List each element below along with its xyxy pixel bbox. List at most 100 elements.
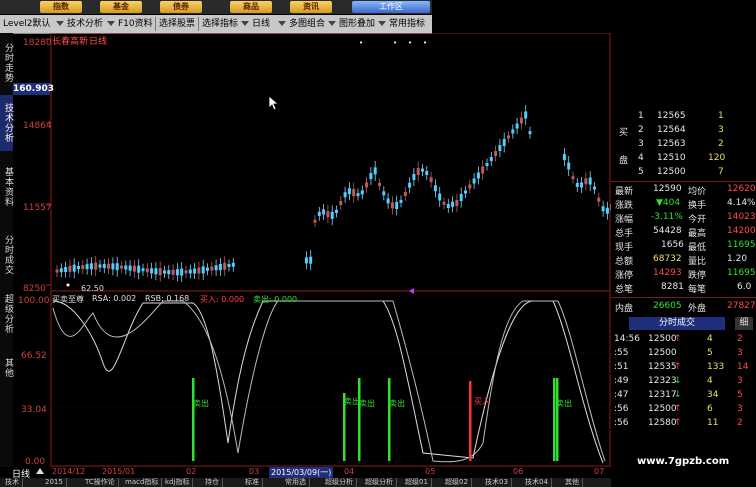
candle-body <box>356 193 360 197</box>
candle-body <box>365 182 369 188</box>
menu-select-stock[interactable]: 选择股票 <box>159 15 195 33</box>
tab-super-analysis[interactable]: 超级分析 <box>0 288 13 340</box>
dropdown-arrow-icon[interactable] <box>378 21 386 26</box>
menu-level2-default[interactable]: Level2默认 <box>3 15 50 33</box>
top-button-bar: 指数 基金 债券 商品 资讯 工作区 <box>0 0 432 14</box>
candle-body <box>227 264 231 268</box>
candle-body <box>145 268 149 273</box>
candle-body <box>98 264 102 268</box>
indicator-tab[interactable]: 超级分析 <box>362 478 397 487</box>
work-area-button[interactable]: 工作区 <box>352 1 430 13</box>
dropdown-arrow-icon[interactable] <box>107 21 115 26</box>
tab-technical[interactable]: 技术分析 <box>0 95 13 151</box>
menu-select-indicator[interactable]: 选择指标 <box>202 15 238 33</box>
signal-sell-5: 卖出 <box>556 399 572 408</box>
dropdown-arrow-icon[interactable] <box>278 21 286 26</box>
quote-key: 涨幅 <box>615 215 634 225</box>
indicator-tab[interactable]: 持仓 <box>202 478 223 487</box>
tab-intraday[interactable]: 分时走势 <box>0 37 13 89</box>
commodity-button[interactable]: 商品 <box>230 1 272 13</box>
indicator-tab[interactable]: TC操作论 <box>82 478 119 487</box>
quote-value: 68732 <box>653 254 682 264</box>
mouse-cursor-icon <box>268 95 280 111</box>
signal-bar <box>388 378 391 461</box>
indicator-tab[interactable]: kdj指标 <box>162 478 194 487</box>
trade-direction-icon: ↑ <box>674 362 682 372</box>
date-label: 04 <box>344 467 355 476</box>
candle-body <box>163 270 166 274</box>
quote-key: 每笔 <box>688 285 707 295</box>
trade-direction-icon: ↑ <box>674 334 682 344</box>
fund-button[interactable]: 基金 <box>100 1 142 13</box>
dropdown-arrow-icon[interactable] <box>56 21 64 26</box>
dropdown-arrow-icon[interactable] <box>328 21 336 26</box>
indicator-tab[interactable]: 技术03 <box>482 478 512 487</box>
indicator-tab[interactable]: 超级02 <box>442 478 472 487</box>
indicator-tab[interactable]: macd指标 <box>122 478 163 487</box>
candle-body <box>481 166 485 174</box>
candle-body <box>421 168 424 172</box>
bond-button[interactable]: 债券 <box>160 1 202 13</box>
index-button[interactable]: 指数 <box>40 1 82 13</box>
order-price: 12500 <box>657 167 686 177</box>
low-price-marker: 62.50 <box>81 284 104 293</box>
menu-f10[interactable]: F10资料 <box>118 15 153 33</box>
candle-body <box>64 266 68 272</box>
indicator-tab[interactable]: 技术 <box>2 478 23 487</box>
indicator-rsa: RSA: 0.002 <box>92 294 137 303</box>
indicator-tab[interactable]: 超级分析 <box>322 478 357 487</box>
candle-body <box>171 269 175 275</box>
order-price: 12564 <box>657 125 686 135</box>
indicator-tab[interactable]: 超级01 <box>402 478 432 487</box>
tab-fundamentals[interactable]: 基本资料 <box>0 161 13 213</box>
candle-body <box>188 269 192 274</box>
quote-key: 均价 <box>688 187 707 197</box>
indicator-tab[interactable]: 标准 <box>242 478 263 487</box>
order-book-row: 3 12563 2 <box>611 139 756 152</box>
candle-body <box>494 151 498 156</box>
indicator-tab[interactable]: 2015 <box>42 478 67 487</box>
tab-trades[interactable]: 分时成交 <box>0 229 13 281</box>
trade-price: 12500 <box>648 404 677 414</box>
candle-body <box>382 191 386 196</box>
left-tab-bar: 分时走势 技术分析 基本资料 分时成交 超级分析 其他 <box>0 33 13 467</box>
quote-value: 12590 <box>653 184 682 194</box>
menu-overlay[interactable]: 图形叠加 <box>339 15 375 33</box>
news-button[interactable]: 资讯 <box>290 1 332 13</box>
tab-detail[interactable]: 细 <box>735 317 753 330</box>
quote-row: 涨跌 ▼404 换手 4.14% <box>611 198 756 211</box>
trade-volume: 4 <box>707 376 713 386</box>
candle-body <box>128 265 132 271</box>
tab-other[interactable]: 其他 <box>0 353 13 383</box>
tab-intraday-trades[interactable]: 分时成交 <box>629 317 725 330</box>
candle-body <box>408 182 412 188</box>
order-price: 12563 <box>657 139 686 149</box>
menu-divider <box>198 17 199 31</box>
candle-body <box>339 201 343 206</box>
menu-multi-chart[interactable]: 多图组合 <box>289 15 325 33</box>
trade-volume: 5 <box>707 348 713 358</box>
panel-divider <box>611 181 756 182</box>
trade-direction-icon: ↑ <box>674 404 682 414</box>
quote-key: 总额 <box>615 257 634 267</box>
order-level: 1 <box>638 111 644 121</box>
candle-body <box>429 177 433 183</box>
indicator-tab[interactable]: 常用选 <box>282 478 310 487</box>
dropdown-arrow-icon[interactable] <box>241 21 249 26</box>
menu-daily[interactable]: 日线 <box>252 15 270 33</box>
quote-key: 现手 <box>615 243 634 253</box>
order-volume: 7 <box>718 167 724 177</box>
candle-body <box>175 269 179 276</box>
period-label: 日线 <box>89 37 108 47</box>
chart-area[interactable]: • • • • 长春高新 日线 18280 160.903 14864 11557 8… <box>13 33 611 467</box>
indicator-tab[interactable]: 技术04 <box>522 478 552 487</box>
signal-bar <box>358 378 361 461</box>
candle-body <box>399 199 403 203</box>
candle-body <box>605 207 609 214</box>
menu-common-indicators[interactable]: 常用指标 <box>389 15 425 33</box>
indicator-tab[interactable]: 其他 <box>562 478 583 487</box>
scroll-up-icon[interactable] <box>36 468 44 474</box>
quote-value: 12620 <box>727 184 756 194</box>
menu-technical-analysis[interactable]: 技术分析 <box>67 15 103 33</box>
candle-body <box>433 185 437 192</box>
